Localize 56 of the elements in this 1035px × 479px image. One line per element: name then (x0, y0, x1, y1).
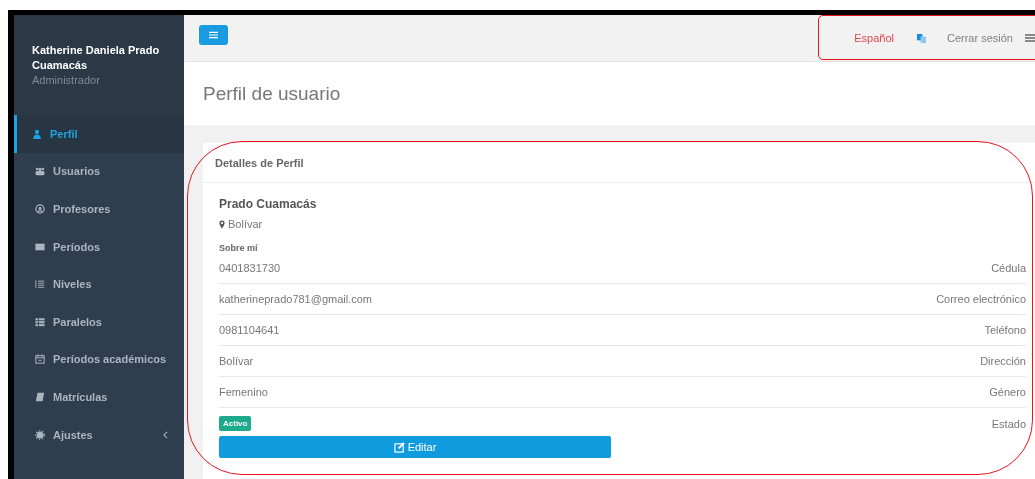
detail-label: Dirección (980, 355, 1026, 367)
user-icon (32, 128, 42, 139)
about-label: Sobre mí (219, 243, 259, 253)
language-link[interactable]: Español (854, 32, 894, 44)
card-title: Detalles de Perfil (203, 143, 1035, 183)
sidebar-item[interactable]: Usuarios (14, 152, 184, 191)
card-icon (35, 241, 45, 252)
sidebar-item[interactable]: Ajustes (14, 415, 184, 454)
list-icon (35, 279, 45, 290)
gear-icon (35, 429, 45, 440)
detail-label: Cédula (991, 262, 1026, 274)
sidebar-item-label: Perfil (50, 127, 79, 140)
detail-value: 0981104641 (219, 324, 280, 336)
user-circle-icon (35, 204, 45, 214)
sidebar-item-label: Paralelos (53, 315, 103, 328)
detail-value: Bolívar (219, 355, 254, 367)
menu-icon (209, 31, 218, 39)
location-text: Bolívar (228, 218, 263, 230)
table-icon (35, 316, 45, 327)
edit-button[interactable]: Editar (219, 436, 611, 458)
sidebar-item-label: Períodos académicos (53, 353, 168, 366)
chevron-left-icon (163, 430, 168, 439)
sidebar-item-label: Profesores (53, 203, 112, 215)
sidebar-item[interactable]: Niveles (14, 265, 184, 303)
detail-value: Femenino (219, 386, 268, 398)
detail-label: Estado (991, 417, 1026, 430)
users-icon (35, 166, 45, 177)
detail-label: Correo electrónico (936, 293, 1026, 305)
profile-name: Prado Cuamacás (219, 197, 318, 211)
sidebar-item[interactable]: Paralelos (14, 302, 184, 341)
sidebar-item[interactable]: Profesores (14, 190, 184, 228)
sidebar-item-label: Niveles (53, 278, 93, 291)
list-icon[interactable] (1025, 33, 1035, 43)
sidebar-item[interactable]: Períodos (14, 227, 184, 266)
detail-value: katherineprado781@gmail.com (219, 293, 373, 305)
page-title: Perfil de usuario (203, 82, 341, 105)
logout-link[interactable]: Cerrar sesión (946, 32, 1013, 44)
sidebar-item[interactable]: Períodos académicos (14, 340, 184, 379)
sidebar-item-label: Matrículas (53, 390, 109, 403)
edit-icon (393, 441, 405, 453)
detail-label: Género (989, 386, 1026, 398)
detail-value: 0401831730 (219, 262, 281, 274)
user-name: Katherine Daniela Prado Cuamacás (32, 43, 161, 73)
sidebar-item[interactable]: Matrículas (14, 378, 184, 416)
sidebar-item-label: Ajustes (53, 428, 94, 441)
menu-button[interactable] (199, 25, 228, 45)
language-icon[interactable] (915, 32, 927, 44)
user-role: Administrador (32, 73, 101, 87)
map-pin-icon (219, 219, 225, 229)
sidebar-item[interactable]: Perfil (14, 115, 184, 153)
calendar-icon (35, 354, 45, 365)
detail-label: Teléfono (984, 324, 1026, 336)
status-badge: Activo (219, 416, 252, 431)
book-icon (35, 391, 45, 402)
sidebar-item-label: Períodos (53, 240, 102, 253)
sidebar-item-label: Usuarios (53, 165, 102, 178)
